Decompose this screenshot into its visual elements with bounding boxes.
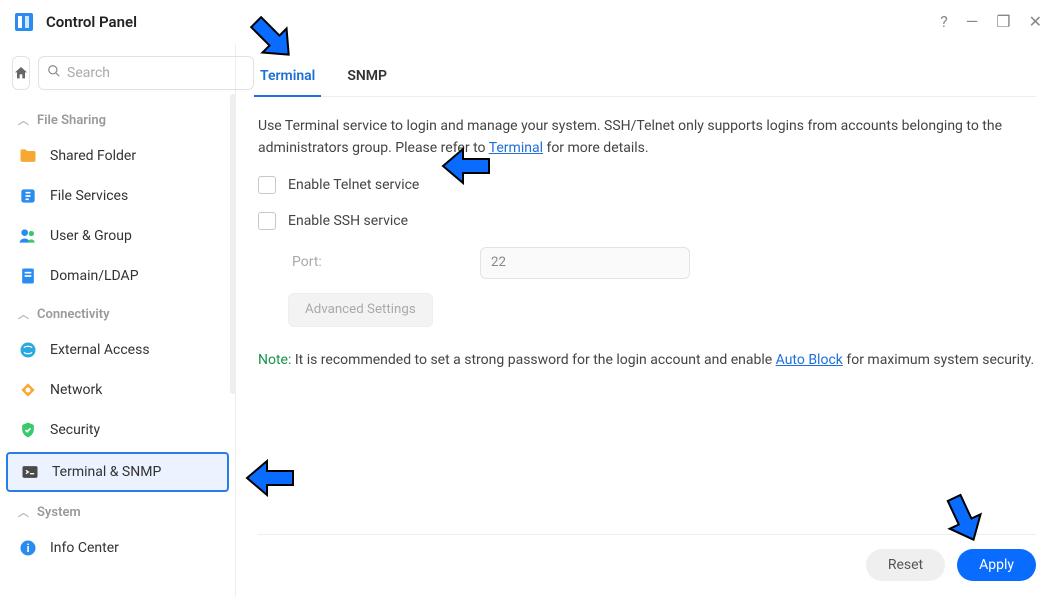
nav-label: Domain/LDAP [50,268,139,284]
help-button[interactable]: ? [940,14,948,30]
note-text: Note: It is recommended to set a strong … [258,349,1036,371]
svg-text:i: i [27,542,30,555]
nav-label: Network [50,382,102,398]
sidebar-item-domain-ldap[interactable]: Domain/LDAP [0,256,235,296]
group-file-sharing[interactable]: ︿ File Sharing [0,102,235,136]
domain-ldap-icon [18,266,38,286]
nav-label: User & Group [50,228,132,244]
close-button[interactable]: ✕ [1029,14,1042,30]
window-controls: ? — ❐ ✕ [940,14,1042,30]
network-icon [18,380,38,400]
auto-block-link[interactable]: Auto Block [776,352,843,368]
sidebar-item-file-services[interactable]: File Services [0,176,235,216]
nav-label: File Services [50,188,128,204]
reset-button[interactable]: Reset [866,549,945,581]
tab-terminal[interactable]: Terminal [258,58,317,96]
port-label: Port: [288,251,468,273]
chevron-up-icon: ︿ [18,112,29,128]
sidebar-item-shared-folder[interactable]: Shared Folder [0,136,235,176]
maximize-button[interactable]: ❐ [996,14,1010,30]
group-label: Connectivity [37,307,110,322]
footer: Reset Apply [258,534,1036,597]
tab-snmp[interactable]: SNMP [345,58,389,96]
port-input [480,247,690,279]
enable-ssh-row: Enable SSH service [258,210,1036,232]
control-panel-icon [12,10,36,34]
sidebar-scrollbar[interactable] [230,94,236,394]
folder-icon [18,146,38,166]
enable-ssh-label: Enable SSH service [288,210,408,232]
user-group-icon [18,226,38,246]
nav-label: Security [50,422,100,438]
group-label: File Sharing [37,113,106,128]
sidebar: ︿ File Sharing Shared Folder File Servic… [0,44,236,597]
tab-content: Use Terminal service to login and manage… [258,97,1036,534]
sidebar-item-security[interactable]: Security [0,410,235,450]
terminal-help-link[interactable]: Terminal [489,140,543,156]
group-label: System [37,505,81,520]
group-system[interactable]: ︿ System [0,494,235,528]
apply-button[interactable]: Apply [957,549,1036,581]
enable-telnet-checkbox[interactable] [258,176,276,194]
group-connectivity[interactable]: ︿ Connectivity [0,296,235,330]
chevron-up-icon: ︿ [18,306,29,322]
port-row: Port: [288,247,1036,279]
intro-text: Use Terminal service to login and manage… [258,115,1036,160]
external-access-icon [18,340,38,360]
sidebar-item-external-access[interactable]: External Access [0,330,235,370]
enable-ssh-checkbox[interactable] [258,212,276,230]
search-icon [47,64,61,82]
file-services-icon [18,186,38,206]
home-button[interactable] [12,56,30,90]
shield-icon [18,420,38,440]
sidebar-item-user-group[interactable]: User & Group [0,216,235,256]
advanced-settings-button: Advanced Settings [288,293,433,327]
window-title: Control Panel [46,13,940,31]
search-input-wrap[interactable] [38,56,254,90]
note-prefix: Note: [258,352,291,368]
minimize-button[interactable]: — [966,14,979,30]
titlebar: Control Panel ? — ❐ ✕ [0,0,1054,44]
sidebar-item-network[interactable]: Network [0,370,235,410]
enable-telnet-row: Enable Telnet service [258,174,1036,196]
nav-label: Info Center [50,540,119,556]
nav-label: Shared Folder [50,148,136,164]
enable-telnet-label: Enable Telnet service [288,174,419,196]
nav-label: Terminal & SNMP [52,464,161,480]
terminal-icon [20,462,40,482]
search-input[interactable] [67,65,245,81]
info-icon: i [18,538,38,558]
chevron-up-icon: ︿ [18,504,29,520]
tabs: Terminal SNMP [258,58,1036,97]
main-panel: Terminal SNMP Use Terminal service to lo… [236,44,1054,597]
sidebar-item-info-center[interactable]: i Info Center [0,528,235,568]
sidebar-item-terminal-snmp[interactable]: Terminal & SNMP [6,452,229,492]
nav-label: External Access [50,342,150,358]
